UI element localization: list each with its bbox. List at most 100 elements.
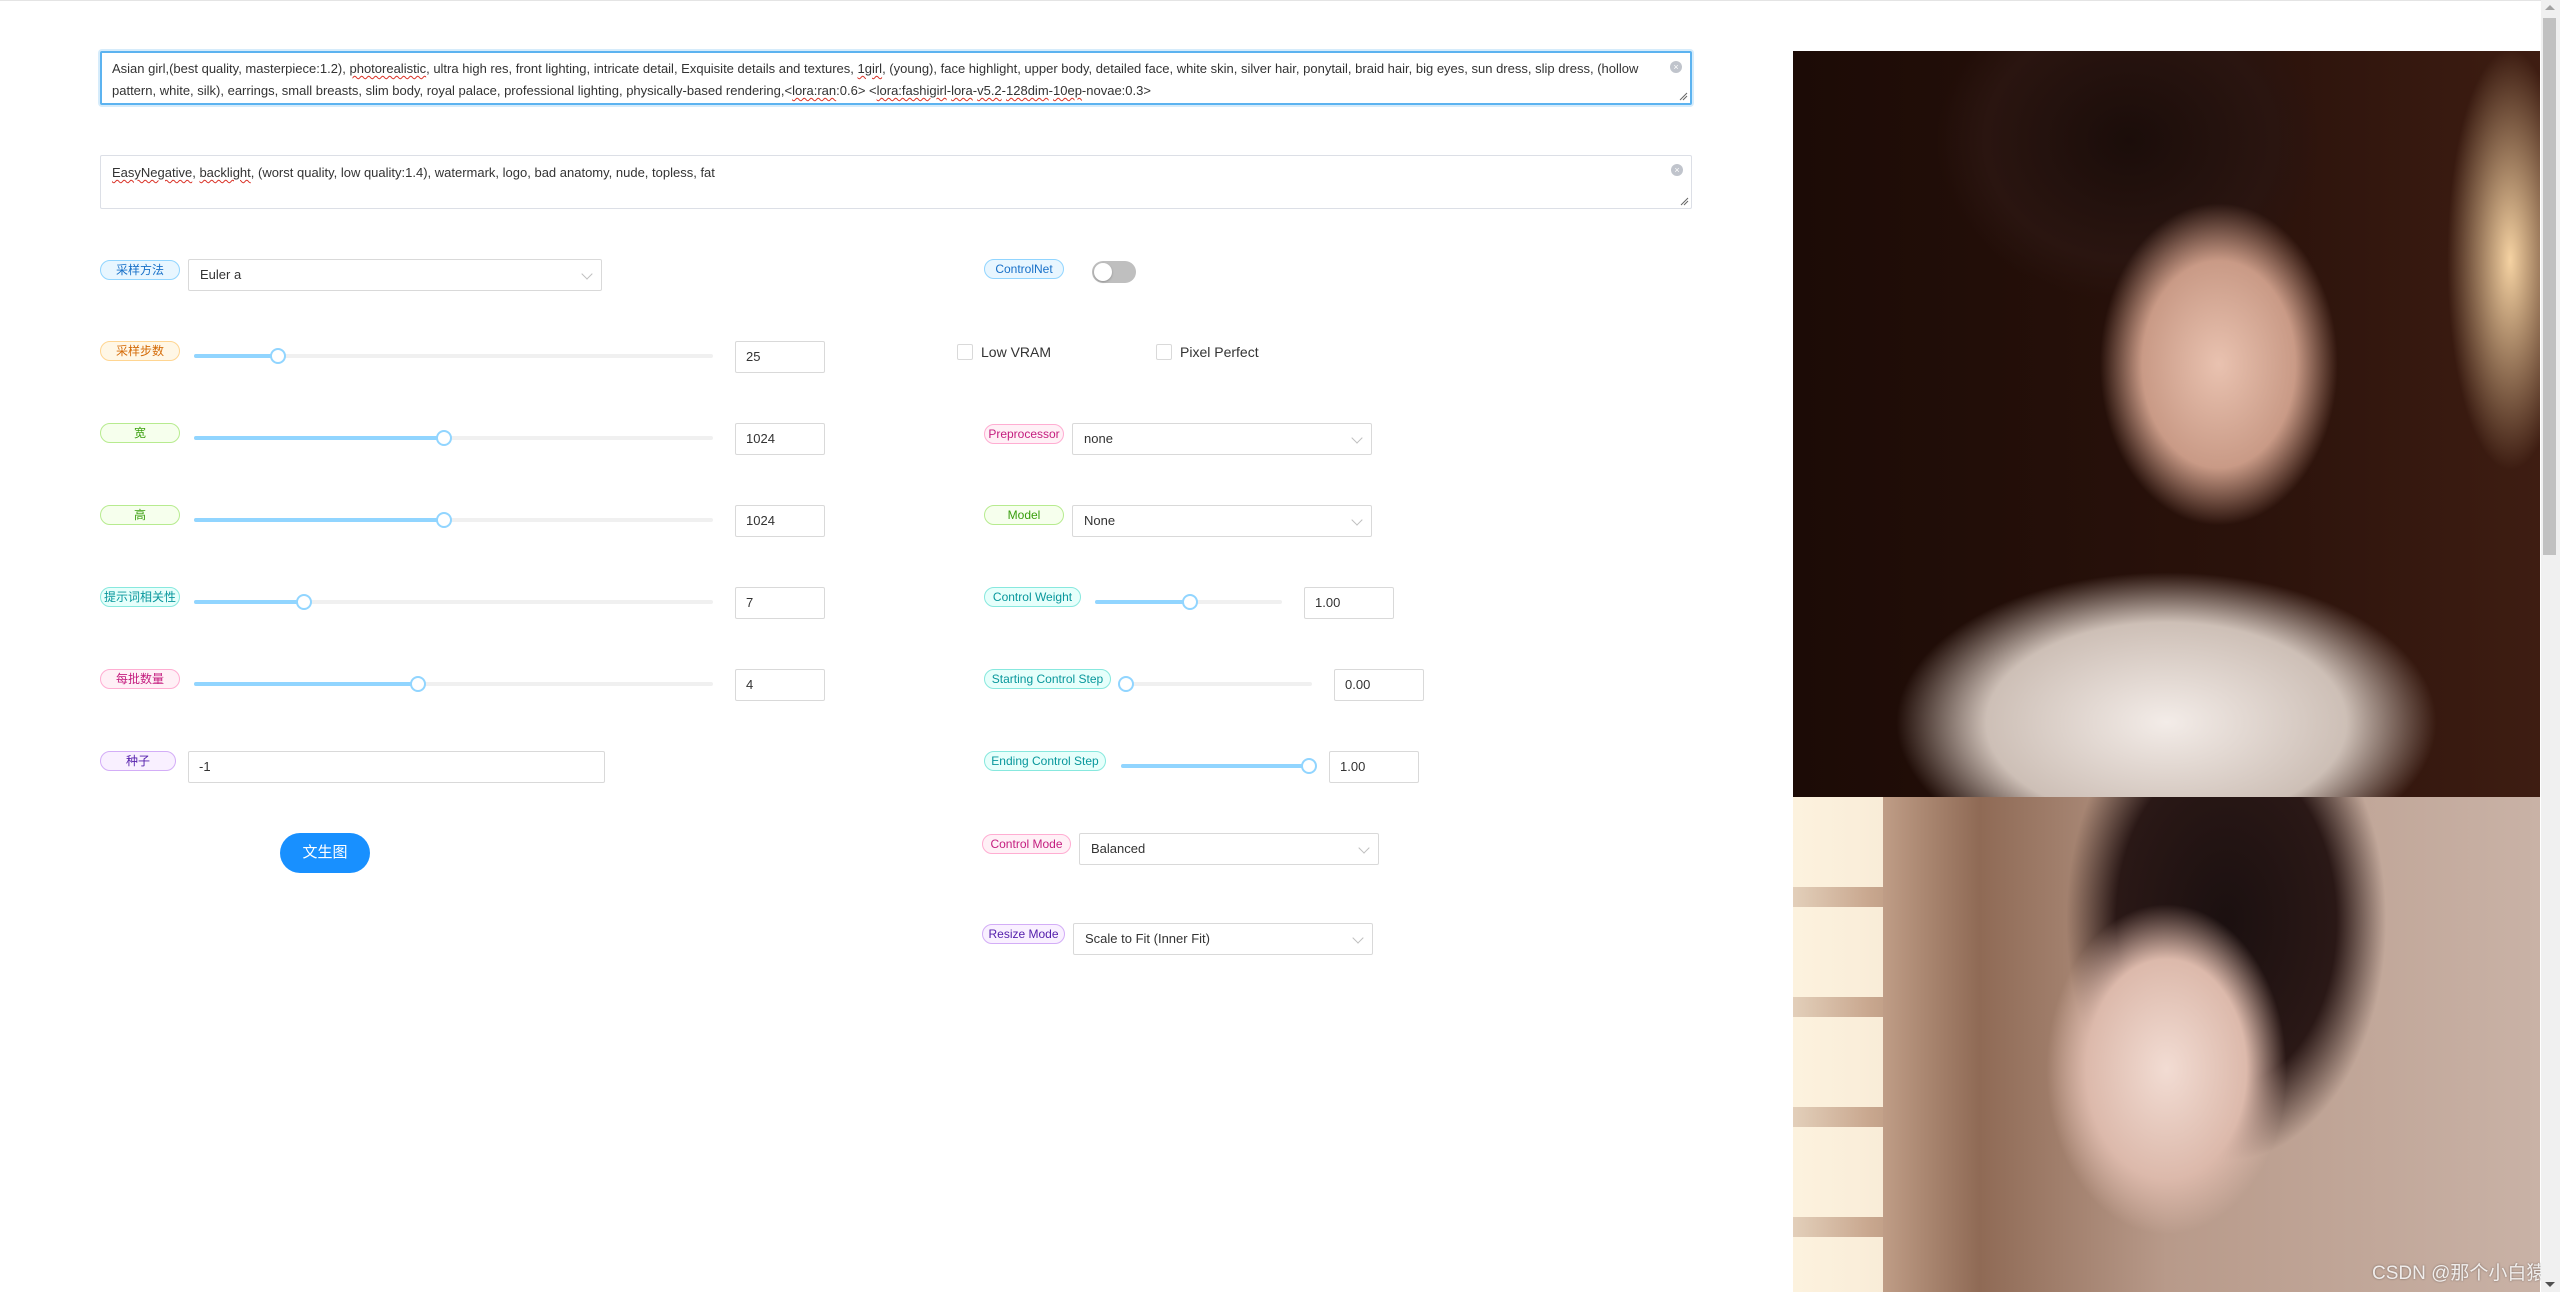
- spellcheck-flagged-word: v5.2: [977, 83, 1002, 98]
- slider-fill: [194, 518, 444, 522]
- watermark-text: CSDN @那个小白猿: [2372, 1263, 2546, 1284]
- slider-fill: [194, 436, 444, 440]
- resize-mode-select[interactable]: Scale to Fit (Inner Fit): [1073, 923, 1373, 955]
- preprocessor-label: Preprocessor: [984, 424, 1064, 444]
- preprocessor-select[interactable]: none: [1072, 423, 1372, 455]
- steps-slider[interactable]: [194, 348, 713, 364]
- prompt-text-segment: -novae:0.3>: [1081, 83, 1151, 98]
- cfg-input[interactable]: 7: [735, 587, 825, 619]
- spellcheck-flagged-word: 10ep: [1053, 83, 1082, 98]
- resize-handle-icon[interactable]: [1678, 91, 1688, 101]
- generate-button[interactable]: 文生图: [280, 833, 370, 873]
- batch-label: 每批数量: [100, 669, 180, 689]
- low-vram-checkbox[interactable]: [957, 344, 973, 360]
- starting-step-input[interactable]: 0.00: [1334, 669, 1424, 701]
- slider-handle[interactable]: [436, 512, 453, 528]
- toggle-knob: [1094, 263, 1112, 281]
- seed-input[interactable]: -1: [188, 751, 605, 783]
- cfg-label: 提示词相关性: [100, 587, 180, 607]
- preprocessor-value: none: [1084, 431, 1113, 446]
- spellcheck-flagged-word: EasyNegative: [112, 165, 193, 180]
- clear-icon[interactable]: ×: [1670, 61, 1682, 73]
- sampler-value: Euler a: [200, 267, 242, 282]
- chevron-down-icon: [1351, 432, 1363, 444]
- controlnet-label: ControlNet: [984, 259, 1064, 279]
- chevron-down-icon: [1352, 932, 1364, 944]
- generated-image-2[interactable]: [1793, 797, 2540, 1292]
- negative-prompt-text: EasyNegative, backlight, (worst quality,…: [112, 162, 1651, 184]
- slider-fill: [1095, 600, 1189, 604]
- controlnet-toggle[interactable]: [1092, 261, 1136, 283]
- seed-label: 种子: [100, 751, 176, 771]
- negative-prompt-textarea[interactable]: EasyNegative, backlight, (worst quality,…: [100, 155, 1692, 209]
- pixel-perfect-checkbox[interactable]: [1156, 344, 1172, 360]
- prompt-text-segment: :0.6> <: [836, 83, 877, 98]
- slider-fill: [194, 600, 303, 604]
- prompt-text-segment: , ultra high res, front lighting, intric…: [426, 61, 858, 76]
- scroll-down-arrow-icon[interactable]: [2545, 1282, 2555, 1287]
- slider-handle[interactable]: [270, 348, 287, 364]
- prompt-text-segment: , (worst quality, low quality:1.4), wate…: [250, 165, 715, 180]
- steps-label: 采样步数: [100, 341, 180, 361]
- model-label: Model: [984, 505, 1064, 525]
- slider-fill: [1121, 764, 1308, 768]
- control-weight-slider[interactable]: [1095, 594, 1282, 610]
- low-vram-label: Low VRAM: [981, 344, 1052, 360]
- width-slider[interactable]: [194, 430, 713, 446]
- resize-mode-label: Resize Mode: [982, 924, 1065, 944]
- ending-step-input[interactable]: 1.00: [1329, 751, 1419, 783]
- chevron-down-icon: [1351, 514, 1363, 526]
- spellcheck-flagged-word: lora: [951, 83, 973, 98]
- height-input[interactable]: 1024: [735, 505, 825, 537]
- control-weight-input[interactable]: 1.00: [1304, 587, 1394, 619]
- resize-handle-icon[interactable]: [1679, 196, 1689, 206]
- slider-handle[interactable]: [1118, 676, 1134, 692]
- ending-step-label: Ending Control Step: [984, 751, 1106, 771]
- slider-fill: [194, 682, 418, 686]
- slider-handle[interactable]: [410, 676, 427, 692]
- model-select[interactable]: None: [1072, 505, 1372, 537]
- width-label: 宽: [100, 423, 180, 443]
- height-label: 高: [100, 505, 180, 525]
- spellcheck-flagged-word: lora:fashigirl: [876, 83, 947, 98]
- slider-handle[interactable]: [1181, 594, 1198, 610]
- chevron-down-icon: [1358, 842, 1370, 854]
- chevron-down-icon: [581, 268, 593, 280]
- starting-step-slider[interactable]: [1118, 676, 1312, 692]
- control-mode-label: Control Mode: [982, 834, 1071, 854]
- control-weight-label: Control Weight: [984, 587, 1081, 607]
- sampler-select[interactable]: Euler a: [188, 259, 602, 291]
- scroll-up-arrow-icon[interactable]: [2545, 5, 2555, 10]
- control-mode-select[interactable]: Balanced: [1079, 833, 1379, 865]
- ending-step-slider[interactable]: [1121, 758, 1317, 774]
- spellcheck-flagged-word: backlight: [199, 165, 251, 180]
- control-mode-value: Balanced: [1091, 841, 1146, 856]
- positive-prompt-textarea[interactable]: Asian girl,(best quality, masterpiece:1.…: [100, 51, 1692, 105]
- steps-input[interactable]: 25: [735, 341, 825, 373]
- batch-slider[interactable]: [194, 676, 713, 692]
- slider-handle[interactable]: [295, 594, 312, 610]
- starting-step-label: Starting Control Step: [984, 669, 1111, 689]
- spellcheck-flagged-word: lora:ran: [792, 83, 837, 98]
- spellcheck-flagged-word: 1girl: [857, 61, 883, 76]
- slider-handle[interactable]: [436, 430, 453, 446]
- generated-image-1[interactable]: [1793, 51, 2540, 797]
- pixel-perfect-label: Pixel Perfect: [1180, 344, 1259, 360]
- top-border: [0, 0, 2541, 1]
- positive-prompt-text: Asian girl,(best quality, masterpiece:1.…: [112, 58, 1650, 102]
- model-value: None: [1084, 513, 1116, 528]
- cfg-slider[interactable]: [194, 594, 713, 610]
- resize-mode-value: Scale to Fit (Inner Fit): [1085, 931, 1210, 946]
- slider-fill: [194, 354, 278, 358]
- slider-handle[interactable]: [1301, 758, 1317, 774]
- batch-input[interactable]: 4: [735, 669, 825, 701]
- scrollbar-thumb[interactable]: [2543, 18, 2556, 555]
- spellcheck-flagged-word: 128dim: [1006, 83, 1049, 98]
- page-scrollbar[interactable]: [2541, 0, 2560, 1292]
- width-input[interactable]: 1024: [735, 423, 825, 455]
- clear-icon[interactable]: ×: [1671, 164, 1683, 176]
- sampler-label: 采样方法: [100, 260, 180, 280]
- spellcheck-flagged-word: photorealistic: [349, 61, 427, 76]
- prompt-text-segment: Asian girl,(best quality, masterpiece:1.…: [112, 61, 350, 76]
- height-slider[interactable]: [194, 512, 713, 528]
